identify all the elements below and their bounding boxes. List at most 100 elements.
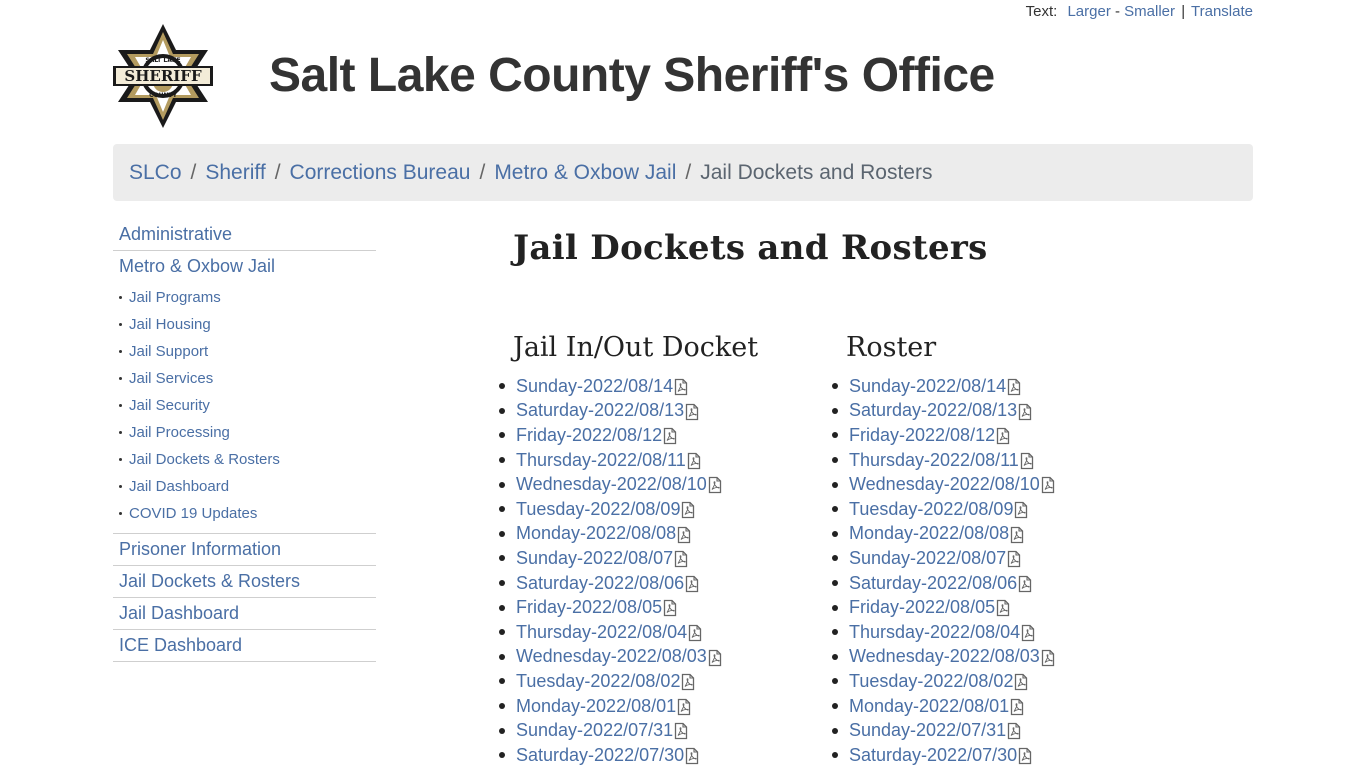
docket-list-item: Saturday-2022/08/06 (499, 571, 758, 596)
roster-link-label: Sunday-2022/07/31 (849, 720, 1007, 741)
docket-list-item: Sunday-2022/08/14 (499, 374, 758, 399)
docket-link-label: Thursday-2022/08/04 (516, 621, 688, 642)
logo-text-top: SALT LAKE (145, 57, 180, 64)
roster-list-item: Wednesday-2022/08/10 (832, 472, 1055, 497)
docket-list-item: Friday-2022/08/12 (499, 423, 758, 448)
bullet-icon (832, 457, 838, 464)
docket-pdf-link[interactable]: Saturday-2022/07/30 (516, 745, 699, 766)
sidebar-sub-item-jail-services[interactable]: Jail Services (129, 370, 213, 387)
sidebar-sub-item-covid-19-updates[interactable]: COVID 19 Updates (129, 505, 257, 522)
bullet-icon (499, 506, 505, 513)
breadcrumb-slco[interactable]: SLCo (129, 161, 182, 185)
sidebar-sub-item: COVID 19 Updates (113, 500, 376, 527)
sidebar-item-prisoner-information[interactable]: Prisoner Information (113, 534, 376, 566)
docket-link-label: Wednesday-2022/08/10 (516, 474, 707, 495)
pdf-file-icon (682, 674, 695, 691)
roster-pdf-link[interactable]: Sunday-2022/08/07 (849, 548, 1021, 569)
sidebar-item-administrative[interactable]: Administrative (113, 219, 376, 251)
pdf-file-icon (1007, 723, 1021, 740)
roster-pdf-link[interactable]: Sunday-2022/08/14 (849, 376, 1021, 397)
docket-pdf-link[interactable]: Saturday-2022/08/06 (516, 573, 699, 594)
roster-pdf-link[interactable]: Saturday-2022/08/06 (849, 573, 1032, 594)
roster-pdf-link[interactable]: Thursday-2022/08/11 (849, 450, 1034, 471)
sidebar-item-metro-oxbow-jail[interactable]: Metro & Oxbow Jail (113, 251, 376, 282)
sidebar-item-ice-dashboard[interactable]: ICE Dashboard (113, 630, 376, 662)
docket-pdf-link[interactable]: Tuesday-2022/08/02 (516, 671, 695, 692)
docket-pdf-link[interactable]: Sunday-2022/07/31 (516, 720, 688, 741)
docket-pdf-link[interactable]: Friday-2022/08/05 (516, 597, 677, 618)
site-title: Salt Lake County Sheriff's Office (269, 49, 995, 102)
docket-pdf-link[interactable]: Monday-2022/08/08 (516, 523, 691, 544)
sidebar-sub-item: Jail Support (113, 338, 376, 365)
sidebar-sub-item-jail-security[interactable]: Jail Security (129, 397, 210, 414)
bullet-icon (499, 752, 505, 759)
breadcrumb-corrections-bureau[interactable]: Corrections Bureau (290, 161, 471, 185)
roster-pdf-link[interactable]: Wednesday-2022/08/03 (849, 646, 1055, 667)
sidebar-sub-item-jail-housing[interactable]: Jail Housing (129, 316, 211, 333)
docket-list-item: Sunday-2022/08/07 (499, 546, 758, 571)
roster-pdf-link[interactable]: Monday-2022/08/08 (849, 523, 1024, 544)
docket-list-item: Monday-2022/08/08 (499, 522, 758, 547)
docket-pdf-link[interactable]: Thursday-2022/08/04 (516, 622, 702, 643)
roster-link-label: Saturday-2022/08/13 (849, 400, 1018, 421)
roster-pdf-link[interactable]: Wednesday-2022/08/10 (849, 474, 1055, 495)
sidebar-item-jail-dashboard[interactable]: Jail Dashboard (113, 598, 376, 630)
text-smaller-link[interactable]: Smaller (1124, 3, 1175, 20)
text-larger-link[interactable]: Larger (1067, 3, 1110, 20)
roster-pdf-link[interactable]: Friday-2022/08/05 (849, 597, 1010, 618)
bullet-icon (499, 555, 505, 562)
docket-pdf-link[interactable]: Sunday-2022/08/07 (516, 548, 688, 569)
docket-pdf-link[interactable]: Sunday-2022/08/14 (516, 376, 688, 397)
breadcrumb-sheriff[interactable]: Sheriff (205, 161, 265, 185)
pdf-file-icon (1010, 526, 1024, 543)
roster-pdf-link[interactable]: Tuesday-2022/08/02 (849, 671, 1028, 692)
pdf-file-icon (1020, 452, 1033, 469)
docket-pdf-link[interactable]: Friday-2022/08/12 (516, 425, 677, 446)
docket-pdf-link[interactable]: Wednesday-2022/08/03 (516, 646, 722, 667)
docket-pdf-link[interactable]: Thursday-2022/08/11 (516, 450, 701, 471)
bullet-icon (832, 727, 838, 734)
docket-pdf-link[interactable]: Monday-2022/08/01 (516, 696, 691, 717)
sidebar-item-jail-dockets-rosters[interactable]: Jail Dockets & Rosters (113, 566, 376, 598)
roster-pdf-link[interactable]: Saturday-2022/08/13 (849, 400, 1032, 421)
roster-pdf-link[interactable]: Sunday-2022/07/31 (849, 720, 1021, 741)
breadcrumb-divider: / (685, 160, 692, 184)
pdf-file-icon (1041, 477, 1054, 494)
bullet-icon (499, 383, 505, 390)
docket-list-item: Friday-2022/08/05 (499, 595, 758, 620)
breadcrumb-metro-oxbow-jail[interactable]: Metro & Oxbow Jail (494, 161, 676, 185)
pdf-file-icon (1041, 649, 1054, 666)
docket-list-item: Tuesday-2022/08/02 (499, 669, 758, 694)
docket-link-label: Sunday-2022/08/07 (516, 547, 674, 568)
translate-link[interactable]: Translate (1191, 3, 1253, 20)
sidebar-sub-item-jail-dockets-rosters[interactable]: Jail Dockets & Rosters (129, 451, 280, 468)
docket-link-label: Sunday-2022/07/31 (516, 720, 674, 741)
docket-pdf-link[interactable]: Wednesday-2022/08/10 (516, 474, 722, 495)
sidebar-sub-item-jail-dashboard[interactable]: Jail Dashboard (129, 478, 229, 495)
roster-list-item: Friday-2022/08/05 (832, 595, 1055, 620)
docket-list-item: Thursday-2022/08/04 (499, 620, 758, 645)
sidebar-sub-item-jail-processing[interactable]: Jail Processing (129, 424, 230, 441)
roster-pdf-link[interactable]: Tuesday-2022/08/09 (849, 499, 1028, 520)
text-size-controls: Text: Larger - Smaller | Translate (1026, 3, 1253, 20)
roster-pdf-link[interactable]: Monday-2022/08/01 (849, 696, 1024, 717)
roster-pdf-link[interactable]: Thursday-2022/08/04 (849, 622, 1035, 643)
docket-pdf-link[interactable]: Saturday-2022/08/13 (516, 400, 699, 421)
roster-list-item: Saturday-2022/08/13 (832, 399, 1055, 424)
bullet-icon (832, 383, 838, 390)
sheriff-badge-logo[interactable]: SALT LAKE SHERIFF COUNTY (113, 22, 213, 130)
sidebar-sub-item-jail-support[interactable]: Jail Support (129, 343, 208, 360)
bullet-icon (499, 481, 505, 488)
roster-list-item: Thursday-2022/08/04 (832, 620, 1055, 645)
docket-list: Sunday-2022/08/14 Saturday-2022/08/13 Frid… (499, 374, 758, 768)
pdf-file-icon (996, 600, 1010, 617)
sidebar-sub-item-jail-programs[interactable]: Jail Programs (129, 289, 221, 306)
bullet-icon (832, 530, 838, 537)
breadcrumb-current: Jail Dockets and Rosters (700, 160, 933, 184)
pdf-file-icon (1021, 624, 1035, 642)
roster-pdf-link[interactable]: Saturday-2022/07/30 (849, 745, 1032, 766)
docket-link-label: Tuesday-2022/08/09 (516, 498, 681, 519)
breadcrumb: SLCo / Sheriff / Corrections Bureau / Me… (113, 144, 1253, 201)
roster-pdf-link[interactable]: Friday-2022/08/12 (849, 425, 1010, 446)
docket-pdf-link[interactable]: Tuesday-2022/08/09 (516, 499, 695, 520)
